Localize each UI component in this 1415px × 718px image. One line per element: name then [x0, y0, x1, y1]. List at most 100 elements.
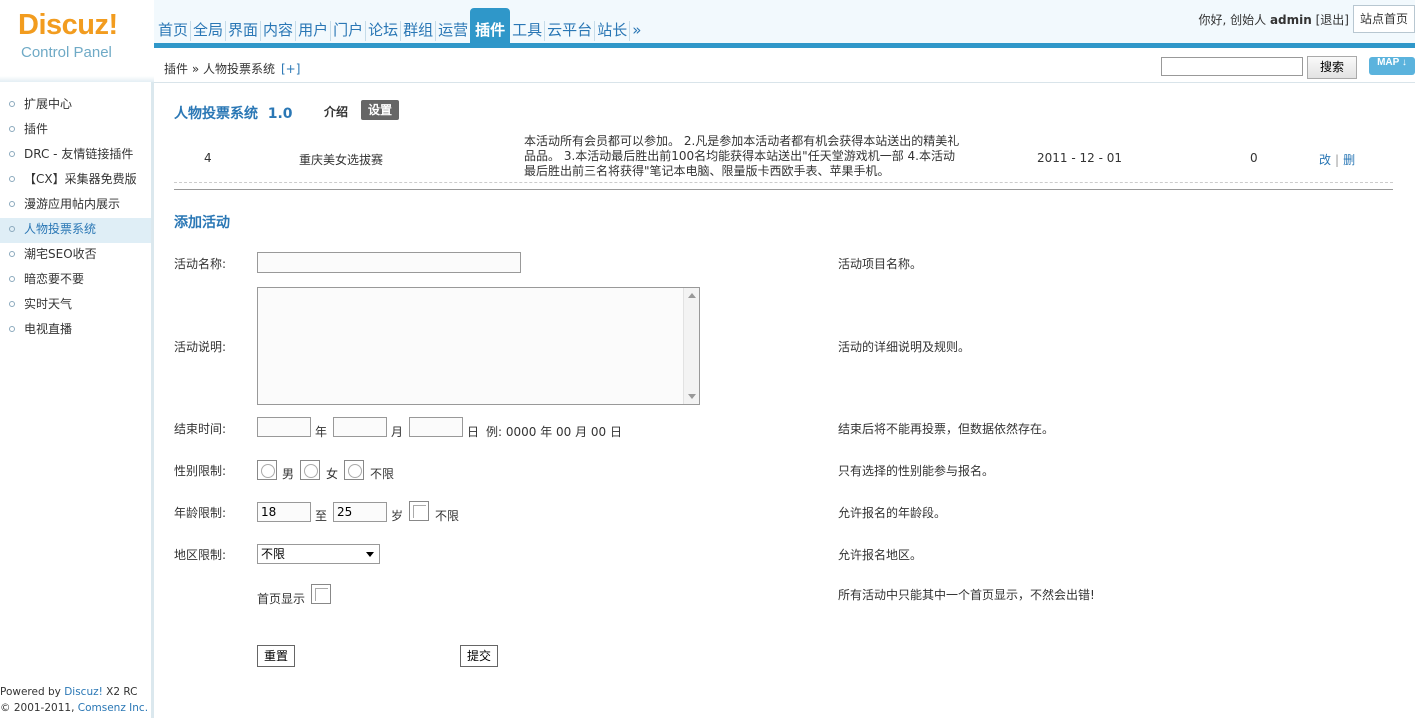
breadcrumb-path: 插件 » 人物投票系统 [164, 62, 275, 76]
nav-cloud[interactable]: 云平台 [545, 8, 594, 43]
activity-name-input[interactable] [257, 252, 521, 273]
nav-global[interactable]: 全局 [191, 8, 225, 43]
activity-description-textarea[interactable] [257, 287, 700, 405]
scroll-up-icon[interactable] [688, 293, 696, 298]
gender-tip: 只有选择的性别能参与报名。 [838, 464, 995, 478]
nav-home[interactable]: 首页 [156, 8, 190, 43]
gender-any-label: 不限 [370, 467, 395, 481]
edit-link[interactable]: 改 [1319, 153, 1331, 167]
nav-users[interactable]: 用户 [296, 8, 330, 43]
nav-tools[interactable]: 工具 [510, 8, 544, 43]
bullet-icon [9, 326, 15, 332]
year-unit: 年 [315, 425, 328, 439]
map-button[interactable]: MAP ↓ [1369, 57, 1415, 75]
age-unlimited-checkbox[interactable] [409, 501, 429, 521]
tab-intro[interactable]: 介绍 [324, 103, 348, 120]
main-content: 人物投票系统 1.0 介绍 设置 4 重庆美女选拔赛 本活动所有会员都可以参加。… [154, 83, 1415, 718]
sidebar-item-label: 人物投票系统 [24, 222, 97, 236]
logout-link[interactable]: [退出] [1316, 13, 1349, 27]
sidebar-item-tv[interactable]: 电视直播 [0, 318, 151, 343]
sidebar-item-label: 【CX】采集器免费版 [24, 172, 137, 186]
age-unlimited-label: 不限 [435, 509, 460, 523]
gender-female-radio[interactable] [300, 460, 320, 480]
textarea-scrollbar[interactable] [683, 288, 699, 404]
sub-bar: 插件 » 人物投票系统 [+] 搜索 MAP ↓ [154, 53, 1415, 83]
age-min-input[interactable] [257, 502, 311, 522]
description-line: 最后胜出前三名将获得"笔记本电脑、限量版卡西欧手表、苹果手机。 [524, 164, 890, 178]
company-link[interactable]: Comsenz Inc. [78, 702, 148, 714]
search-input[interactable] [1161, 57, 1303, 76]
sidebar-item-label: 扩展中心 [24, 97, 73, 111]
username: admin [1269, 13, 1312, 27]
gender-male-label: 男 [282, 467, 295, 481]
sidebar-item-label: 插件 [24, 122, 49, 136]
action-separator: | [1335, 153, 1340, 167]
nav-webmaster[interactable]: 站长 [595, 8, 629, 43]
date-example: 例: 0000 年 00 月 00 日 [486, 425, 623, 439]
gender-male-radio[interactable] [257, 460, 277, 480]
nav-operations[interactable]: 运营 [436, 8, 470, 43]
copyright: © 2001-2011, [0, 702, 75, 714]
bullet-icon [9, 301, 15, 307]
gender-label: 性别限制: [174, 464, 227, 478]
end-day-input[interactable] [409, 417, 463, 437]
name-tip: 活动项目名称。 [838, 257, 923, 271]
bullet-icon [9, 126, 15, 132]
sidebar-item-drc-links[interactable]: DRC - 友情链接插件 [0, 143, 151, 168]
age-to: 至 [315, 509, 328, 523]
scroll-down-icon[interactable] [688, 394, 696, 399]
powered-by: Powered by Discuz! X2 RC © 2001-2011, Co… [0, 684, 148, 716]
sidebar-item-extension-center[interactable]: 扩展中心 [0, 93, 151, 118]
gender-any-radio[interactable] [344, 460, 364, 480]
homepage-tip: 所有活动中只能其中一个首页显示，不然会出错! [838, 588, 1095, 602]
nav-portal[interactable]: 门户 [331, 8, 365, 43]
gender-female-label: 女 [326, 467, 339, 481]
description-tip: 活动的详细说明及规则。 [838, 340, 971, 354]
chevron-down-icon [366, 552, 374, 557]
plugin-version: 1.0 [267, 106, 293, 122]
add-shortcut-link[interactable]: [+] [281, 62, 300, 76]
powered-brand-link[interactable]: Discuz! [64, 686, 103, 698]
region-select[interactable]: 不限 [257, 544, 380, 564]
nav-style[interactable]: 界面 [226, 8, 260, 43]
age-tip: 允许报名的年龄段。 [838, 506, 947, 520]
sidebar-item-plugins[interactable]: 插件 [0, 118, 151, 143]
version: X2 RC [106, 686, 138, 698]
end-month-input[interactable] [333, 417, 387, 437]
nav-content[interactable]: 内容 [261, 8, 295, 43]
activity-name: 重庆美女选拔赛 [299, 153, 384, 167]
user-bar: 你好, 创始人 admin [退出] [1198, 11, 1349, 28]
nav-plugins[interactable]: 插件 [470, 8, 511, 43]
tab-settings[interactable]: 设置 [361, 100, 400, 120]
age-max-input[interactable] [333, 502, 387, 522]
sidebar-item-manyou-display[interactable]: 漫游应用帖内展示 [0, 193, 151, 218]
sidebar-item-vote-system[interactable]: 人物投票系统 [0, 218, 151, 243]
sidebar-menu: 扩展中心 插件 DRC - 友情链接插件 【CX】采集器免费版 漫游应用帖内展示… [0, 93, 151, 343]
delete-link[interactable]: 删 [1343, 153, 1355, 167]
nav-groups[interactable]: 群组 [401, 8, 435, 43]
bullet-icon [9, 101, 15, 107]
homepage-checkbox[interactable] [311, 584, 331, 604]
nav-more[interactable]: » [630, 8, 643, 43]
sidebar-item-weather[interactable]: 实时天气 [0, 293, 151, 318]
bullet-icon [9, 151, 15, 157]
sidebar-item-label: 漫游应用帖内展示 [24, 197, 121, 211]
site-home-button[interactable]: 站点首页 [1353, 5, 1415, 33]
sidebar-item-cx-collector[interactable]: 【CX】采集器免费版 [0, 168, 151, 193]
sidebar-item-label: DRC - 友情链接插件 [24, 147, 134, 161]
sidebar-item-crush[interactable]: 暗恋要不要 [0, 268, 151, 293]
divider [174, 189, 1393, 190]
sidebar-item-seo[interactable]: 潮宅SEO收否 [0, 243, 151, 268]
logo-brand: Discuz! [18, 9, 118, 41]
end-year-input[interactable] [257, 417, 311, 437]
description-line: 品品。 3.本活动最后胜出前100名均能获得本站送出"任天堂游戏机一部 4.本活… [524, 149, 955, 163]
description-label: 活动说明: [174, 340, 227, 354]
bullet-icon [9, 226, 15, 232]
submit-button[interactable]: 提交 [460, 645, 499, 667]
logo[interactable]: Discuz! Control Panel [0, 0, 154, 82]
homepage-label: 首页显示 [257, 592, 306, 606]
search-button[interactable]: 搜索 [1307, 56, 1357, 79]
nav-forum[interactable]: 论坛 [366, 8, 400, 43]
region-selected-value: 不限 [261, 547, 286, 561]
reset-button[interactable]: 重置 [257, 645, 296, 667]
